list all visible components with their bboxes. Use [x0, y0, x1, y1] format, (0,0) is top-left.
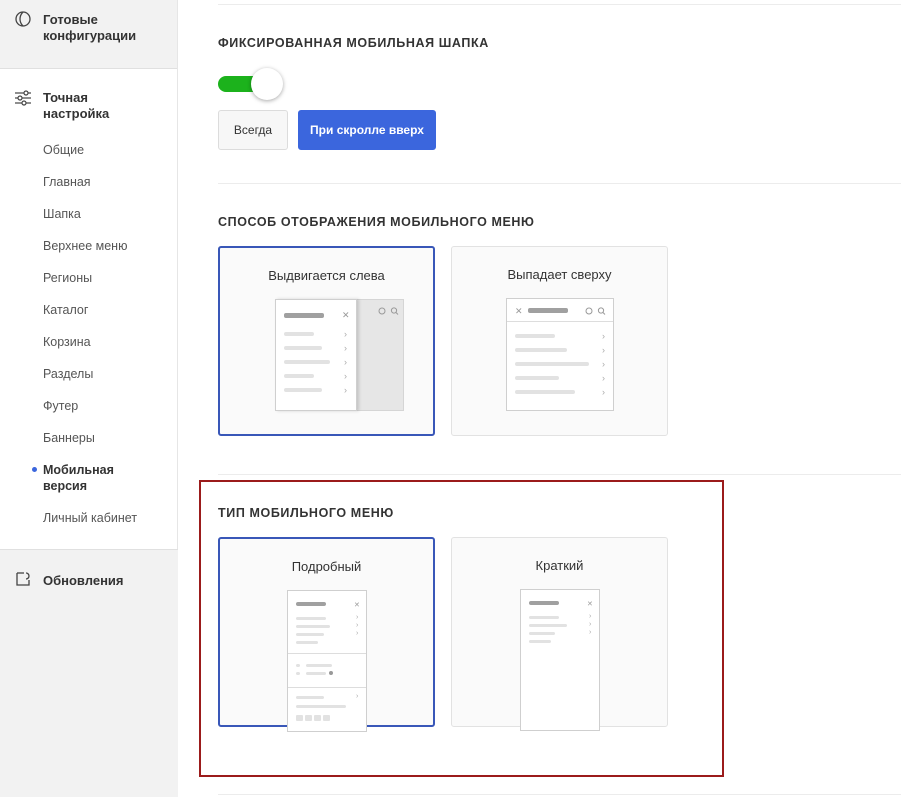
sidebar-fine-tuning: Точная настройка Общие Главная Шапка Вер… [0, 69, 178, 549]
divider [218, 4, 901, 5]
sidebar: Готовые конфигурации Точная настройка Об… [0, 0, 178, 797]
preview-short: ✕ › › › [520, 589, 600, 731]
divider [218, 794, 901, 795]
search-icon [378, 307, 399, 315]
sidebar-ready-configs[interactable]: Готовые конфигурации [0, 0, 177, 69]
refresh-icon [16, 572, 30, 586]
sidebar-item-mobile[interactable]: Мобильная версия [43, 462, 153, 494]
sidebar-item-top-menu[interactable]: Верхнее меню [43, 238, 127, 254]
sidebar-item-banners[interactable]: Баннеры [43, 430, 95, 446]
sidebar-updates[interactable]: Обновления [0, 549, 178, 797]
option-short-label: Краткий [535, 558, 584, 573]
option-detailed-label: Подробный [291, 559, 362, 574]
sidebar-item-regions[interactable]: Регионы [43, 270, 92, 286]
on-scroll-up-button[interactable]: При скролле вверх [298, 110, 436, 150]
always-button[interactable]: Всегда [218, 110, 288, 150]
sidebar-ready-configs-label: Готовые конфигурации [43, 12, 137, 43]
option-short[interactable]: Краткий ✕ › › › [451, 537, 668, 731]
preview-drop-panel: ✕ › › › › › [506, 298, 614, 411]
settings-panel: ФИКСИРОВАННАЯ МОБИЛЬНАЯ ШАПКА Всегда При… [178, 0, 901, 797]
sidebar-item-account[interactable]: Личный кабинет [43, 510, 137, 526]
fixed-header-toggle[interactable] [218, 68, 284, 100]
preview-detailed: ✕ › › › › [287, 590, 367, 732]
close-icon: ✕ [342, 310, 350, 320]
sidebar-item-main[interactable]: Главная [43, 174, 91, 190]
sidebar-item-sections[interactable]: Разделы [43, 366, 93, 382]
option-detailed[interactable]: Подробный ✕ › › › › [218, 537, 435, 732]
sliders-icon [15, 90, 31, 106]
divider [218, 183, 901, 184]
palette-icon [15, 11, 31, 27]
sidebar-item-general[interactable]: Общие [43, 142, 84, 158]
option-drop-top[interactable]: Выпадает сверху ✕ › › › › › [451, 246, 668, 436]
sidebar-item-footer[interactable]: Футер [43, 398, 78, 414]
sidebar-item-catalog[interactable]: Каталог [43, 302, 88, 318]
option-slide-left-label: Выдвигается слева [268, 268, 385, 283]
option-slide-left[interactable]: Выдвигается слева ✕ › › › › › [218, 246, 435, 436]
sidebar-item-header[interactable]: Шапка [43, 206, 81, 222]
divider [218, 474, 901, 475]
toggle-knob [251, 68, 283, 100]
active-dot [32, 467, 37, 472]
preview-slide-panel: ✕ › › › › › [275, 299, 357, 411]
close-icon: ✕ [515, 306, 523, 316]
menu-type-title: ТИП МОБИЛЬНОГО МЕНЮ [218, 506, 394, 520]
menu-display-title: СПОСОБ ОТОБРАЖЕНИЯ МОБИЛЬНОГО МЕНЮ [218, 215, 535, 229]
search-icon [585, 307, 606, 315]
sidebar-updates-label: Обновления [43, 573, 124, 588]
option-drop-top-label: Выпадает сверху [507, 267, 612, 282]
fixed-header-title: ФИКСИРОВАННАЯ МОБИЛЬНАЯ ШАПКА [218, 36, 489, 50]
sidebar-fine-tuning-label[interactable]: Точная настройка [43, 90, 153, 122]
sidebar-item-cart[interactable]: Корзина [43, 334, 91, 350]
